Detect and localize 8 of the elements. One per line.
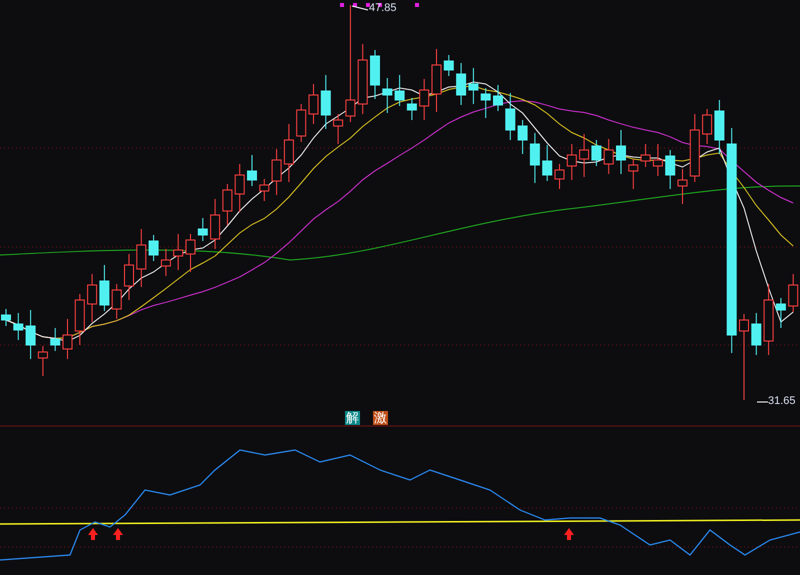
indicator-tag: 激 (373, 411, 388, 425)
indicator-tag: 解 (345, 411, 360, 425)
leader-line (352, 6, 368, 10)
price-label: 31.65 (768, 396, 796, 407)
price-label: 47.85 (369, 3, 397, 14)
up-arrow-icon (564, 528, 574, 540)
up-arrow-icon (88, 528, 98, 540)
up-arrow-icon (113, 528, 123, 540)
